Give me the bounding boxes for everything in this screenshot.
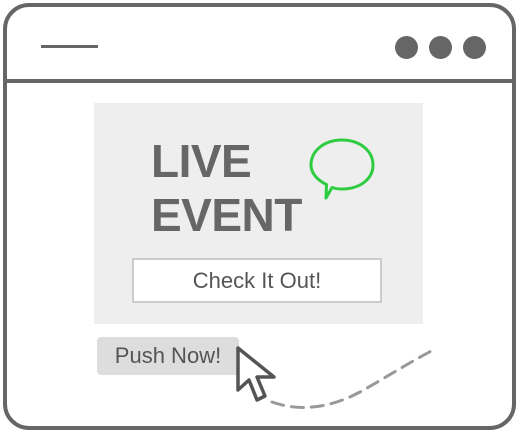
headline-line-2: EVENT — [151, 189, 302, 241]
menu-line-icon[interactable] — [41, 45, 98, 48]
arrow-cursor-icon — [236, 346, 276, 402]
window-dot-icon[interactable] — [395, 36, 418, 59]
speech-bubble-icon — [309, 138, 375, 200]
live-event-banner: LIVE EVENT Check It Out! — [94, 103, 423, 324]
window-dot-icon[interactable] — [429, 36, 452, 59]
window-dot-icon[interactable] — [463, 36, 486, 59]
push-now-label: Push Now! — [114, 343, 222, 368]
push-now-button[interactable]: Push Now! — [97, 337, 239, 375]
headline-line-1: LIVE — [151, 135, 252, 187]
check-it-out-button[interactable]: Check It Out! — [132, 258, 382, 303]
check-it-out-label: Check It Out! — [192, 267, 322, 293]
banner-headline: LIVE EVENT — [151, 134, 302, 242]
window-titlebar — [7, 7, 512, 83]
